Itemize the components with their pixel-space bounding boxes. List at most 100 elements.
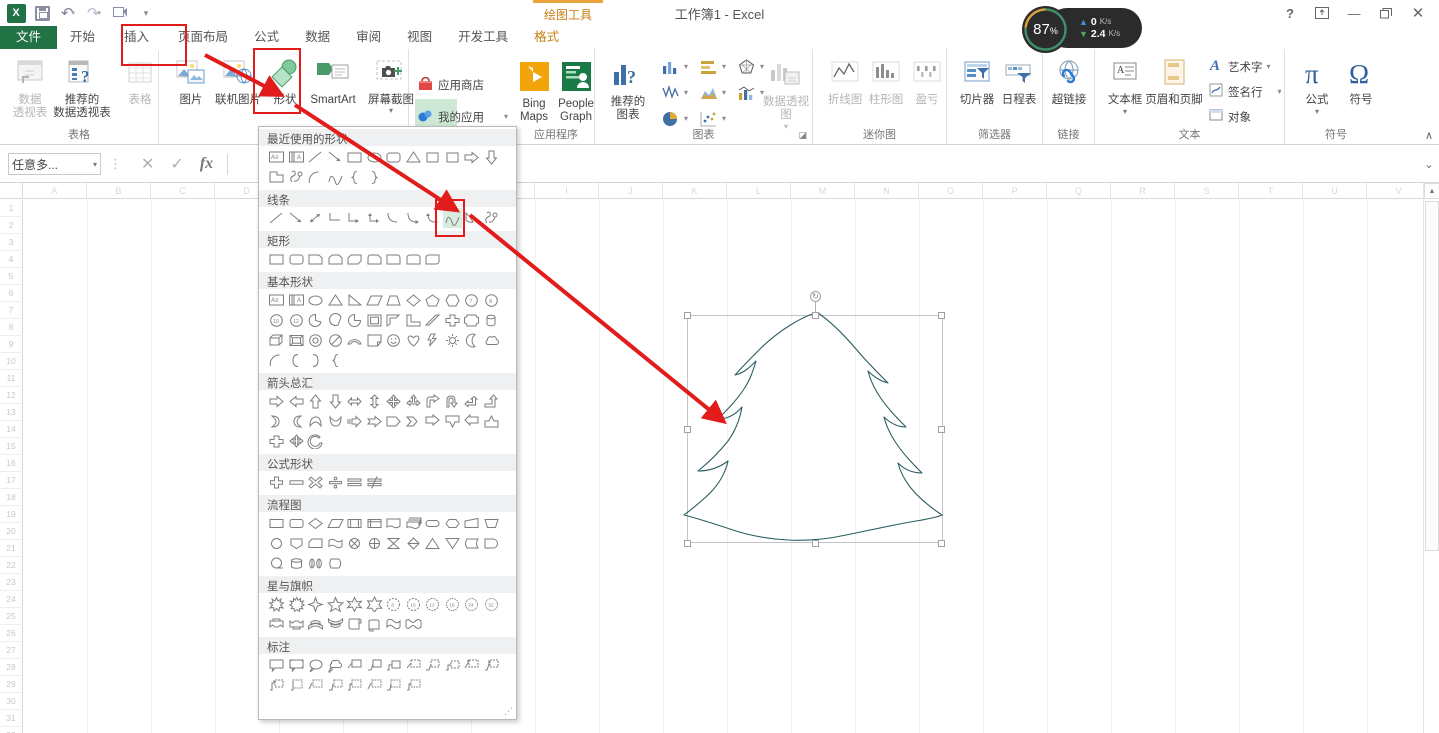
shape-connector-elbow-double[interactable] [365,208,385,228]
shape-curved-down-arrow[interactable] [326,411,346,431]
shape-line-callout-3-accent[interactable] [267,675,287,695]
shape-line-callout-1-nb[interactable] [306,675,326,695]
shape-text-box[interactable]: A≡ [267,147,287,167]
shape-line[interactable] [306,147,326,167]
shape-right-arrow[interactable] [267,391,287,411]
selection-handle-nw[interactable] [684,312,691,319]
shape-star-4[interactable] [306,594,326,614]
shape-pie[interactable] [306,310,326,330]
shape-elbow-connector[interactable] [423,147,443,167]
shape-line-callout-1[interactable] [345,655,365,675]
shape-cross[interactable] [443,310,463,330]
shape-flowchart-magnetic-disk[interactable] [287,553,307,573]
shape-rectangular-callout[interactable] [267,655,287,675]
selection-handle-w[interactable] [684,426,691,433]
tab-review[interactable]: 审阅 [343,26,394,49]
shape-sun[interactable] [443,330,463,350]
row-header-14[interactable]: 14 [0,421,23,438]
signature-line-caret-icon[interactable]: ▾ [1278,87,1282,96]
gallery-resize-grip[interactable]: ⋰ [504,706,513,717]
shape-connector-curved[interactable] [384,208,404,228]
tab-view[interactable]: 视图 [394,26,445,49]
shape-rectangle[interactable] [267,249,287,269]
shape-flowchart-terminator[interactable] [423,513,443,533]
row-header-13[interactable]: 13 [0,404,23,421]
shape-up-ribbon[interactable] [267,614,287,634]
shape-up-arrow-callout[interactable] [482,411,502,431]
bar-chart-caret-icon[interactable]: ▾ [722,62,726,71]
shape-callout-extra-3[interactable] [404,675,424,695]
shape-notched-right-arrow[interactable] [365,411,385,431]
shape-star-5[interactable] [326,594,346,614]
tab-file[interactable]: 文件 [0,26,58,49]
shape-frame[interactable] [365,310,385,330]
area-chart-button[interactable]: ▾ [699,83,726,102]
shape-octagon[interactable]: 8 [482,290,502,310]
shape-teardrop[interactable] [345,310,365,330]
shape-line-callout-no-border[interactable] [287,675,307,695]
shape-diamond[interactable] [404,290,424,310]
app-store-button[interactable]: 应用商店 [417,75,484,94]
shape-rounded-rectangular-callout[interactable] [287,655,307,675]
shape-curve[interactable] [326,167,346,187]
row-header-7[interactable]: 7 [0,302,23,319]
shape-round-same-side-corner[interactable] [404,249,424,269]
shape-flowchart-or[interactable] [365,533,385,553]
drawn-shape-canvas[interactable] [680,285,960,560]
shape-connector-elbow-arrow[interactable] [345,208,365,228]
select-all-corner[interactable] [0,183,23,199]
pie-chart-caret-icon[interactable]: ▾ [684,114,688,123]
shape-chord[interactable] [326,310,346,330]
tab-formulas[interactable]: 公式 [241,26,292,49]
row-header-3[interactable]: 3 [0,234,23,251]
timeline-button[interactable]: 日程表 [991,53,1047,107]
shape-snip-same-side-corner[interactable] [326,249,346,269]
shape-flowchart-display[interactable] [326,553,346,573]
name-box-caret-icon[interactable]: ▾ [93,160,97,169]
shape-line-callout-1-border[interactable] [404,655,424,675]
shape-flowchart-collate[interactable] [384,533,404,553]
column-header-R[interactable]: R [1111,183,1175,199]
shape-left-right-arrow[interactable] [345,391,365,411]
signature-line-button[interactable]: 签名行 ▾ [1209,82,1282,101]
shape-isosceles-triangle[interactable] [326,290,346,310]
area-chart-caret-icon[interactable]: ▾ [722,88,726,97]
shape-trapezoid[interactable] [384,290,404,310]
shape-diagonal-stripe[interactable] [423,310,443,330]
shape-equal-sign[interactable] [345,472,365,492]
shape-line-callout-1-accent[interactable] [462,655,482,675]
row-header-32[interactable]: 32 [0,727,23,733]
shape-quad-arrow-callout[interactable] [287,431,307,451]
shape-bevel[interactable] [287,330,307,350]
column-header-A[interactable]: A [23,183,87,199]
tab-developer[interactable]: 开发工具 [445,26,521,49]
row-header-27[interactable]: 27 [0,642,23,659]
shape-flowchart-alternate-process[interactable] [287,513,307,533]
column-header-L[interactable]: L [727,183,791,199]
shape-flowchart-summing-junction[interactable] [345,533,365,553]
minimize-button[interactable]: — [1339,2,1369,24]
shape-flowchart-stored-data[interactable] [462,533,482,553]
network-speed-widget[interactable]: ▲ 0 K/s ▼ 2.4 K/s 87% [1022,6,1142,53]
column-header-J[interactable]: J [599,183,663,199]
shape-heart[interactable] [404,330,424,350]
shape-isosceles-triangle[interactable] [404,147,424,167]
stock-chart-caret-icon[interactable]: ▾ [684,88,688,97]
row-header-8[interactable]: 8 [0,319,23,336]
shape-text-box[interactable]: A≡ [267,290,287,310]
row-header-28[interactable]: 28 [0,659,23,676]
pivot-chart-button[interactable]: 数据透视图 ▾ [759,55,813,131]
recommended-pivot-table-button[interactable]: ? 推荐的 数据透视表 [50,53,114,120]
row-header-24[interactable]: 24 [0,591,23,608]
object-button[interactable]: 对象 [1209,107,1251,126]
rotation-handle[interactable]: ↻ [810,291,821,302]
shape-up-arrow[interactable] [306,391,326,411]
shape-block-arc[interactable] [345,330,365,350]
ribbon-display-options-button[interactable] [1307,2,1337,24]
selection-handle-s[interactable] [812,540,819,547]
column-header-V[interactable]: V [1367,183,1431,199]
row-header-2[interactable]: 2 [0,217,23,234]
shape-donut[interactable] [306,330,326,350]
shape-connector-elbow[interactable] [326,208,346,228]
shape-line-callout-3[interactable] [384,655,404,675]
